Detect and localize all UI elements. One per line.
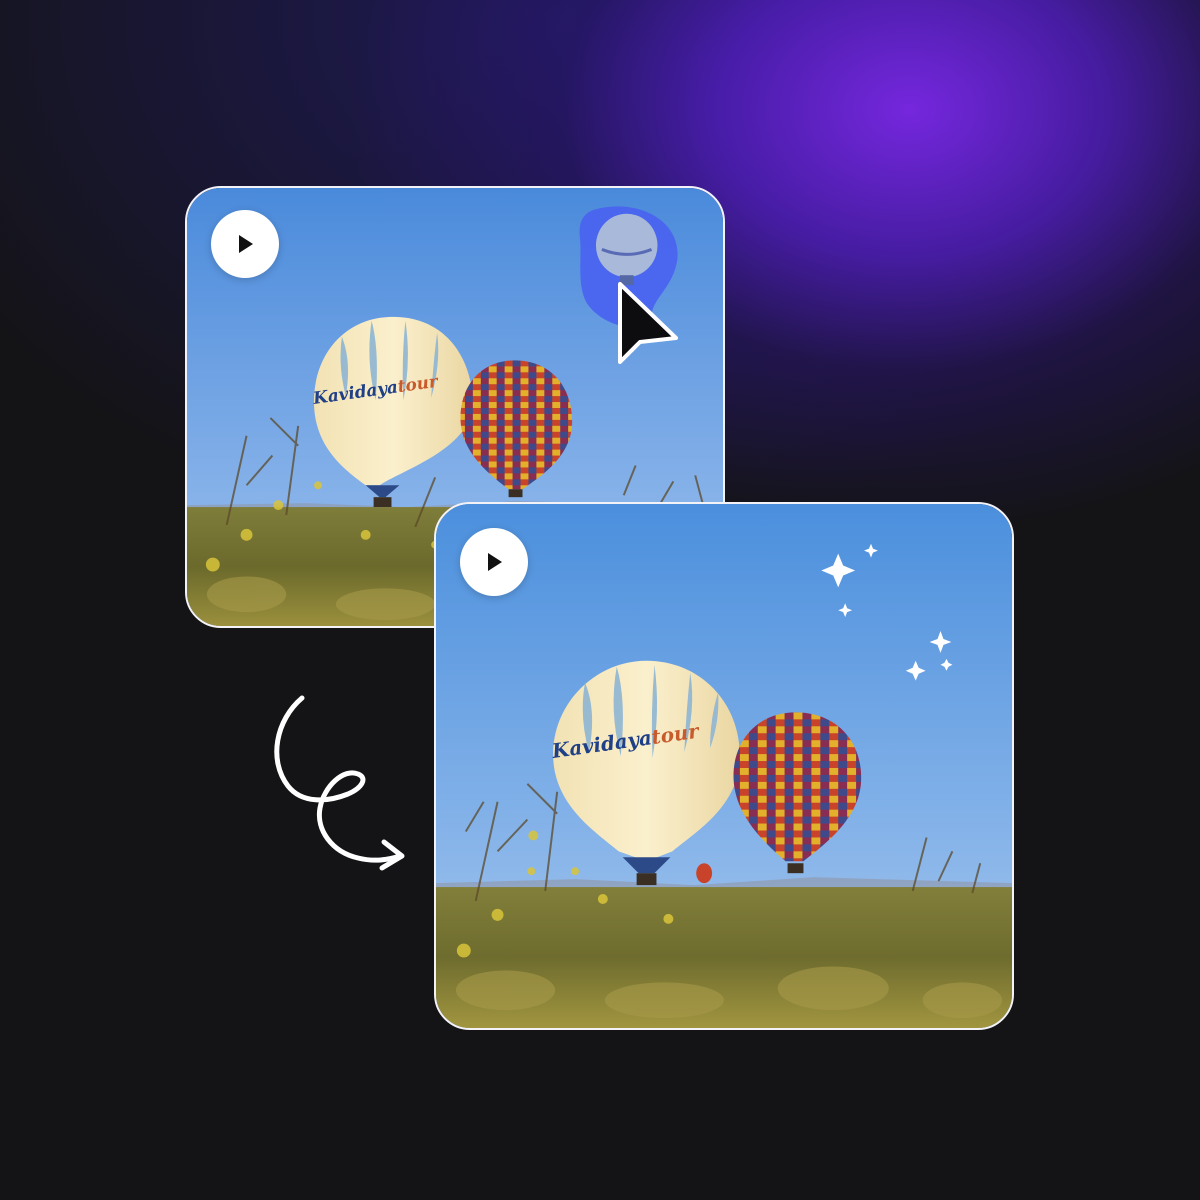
after-photo: Kavidayatour — [436, 504, 1012, 1028]
mouse-pointer-icon — [618, 282, 678, 364]
play-button-after[interactable] — [460, 528, 528, 596]
after-image-card[interactable]: Kavidayatour — [434, 502, 1014, 1030]
play-button-before[interactable] — [211, 210, 279, 278]
play-icon — [239, 235, 253, 253]
curly-arrow-icon — [274, 695, 405, 871]
play-icon — [488, 553, 502, 571]
